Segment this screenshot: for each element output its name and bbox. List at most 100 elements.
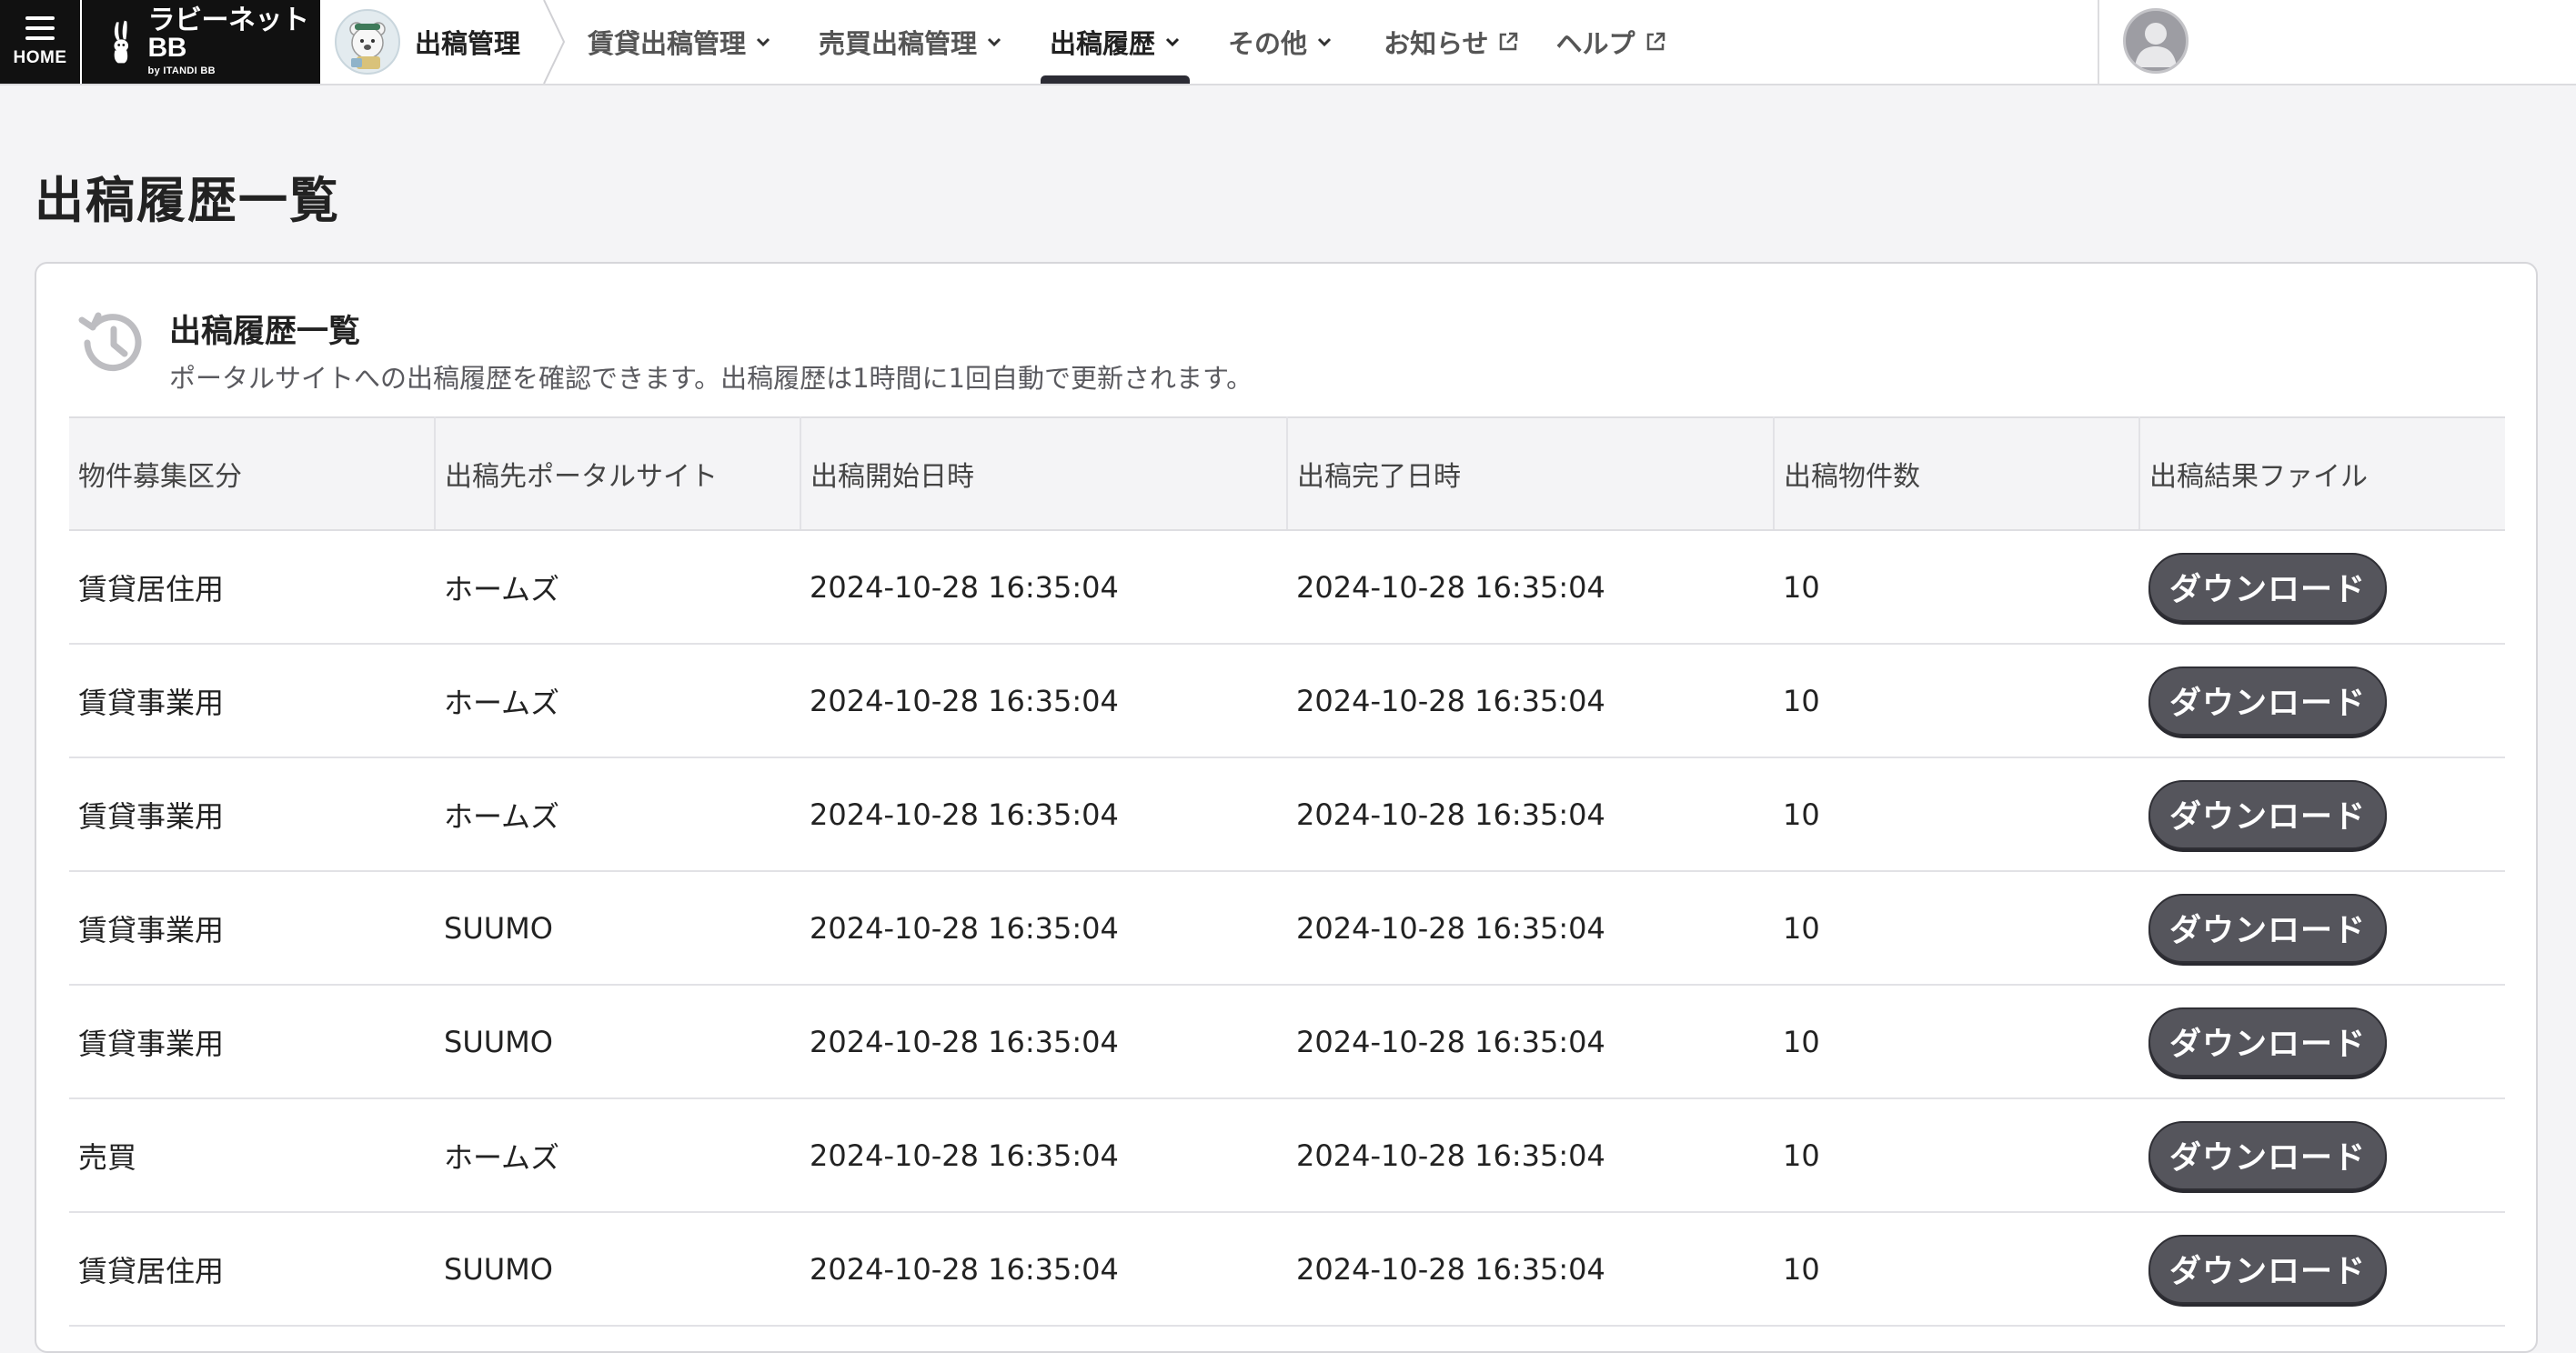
start-time-cell: 2024-10-28 16:35:04 [800, 530, 1287, 645]
nav-label: 賃貸出稿管理 [588, 28, 747, 59]
start-time-cell: 2024-10-28 16:35:04 [800, 644, 1287, 758]
count-cell: 10 [1774, 757, 2139, 872]
download-button[interactable]: ダウンロード [2148, 1120, 2387, 1190]
category-cell: 賃貸居住用 [69, 1212, 435, 1327]
home-menu-button[interactable]: HOME [0, 0, 82, 84]
start-time-cell: 2024-10-28 16:35:04 [800, 1212, 1287, 1327]
portal-cell: ホームズ [435, 530, 800, 645]
file-cell: ダウンロード [2139, 530, 2505, 645]
portal-cell: ホームズ [435, 1098, 800, 1213]
home-label: HOME [13, 47, 67, 67]
category-cell: 賃貸事業用 [69, 985, 435, 1099]
file-cell: ダウンロード [2139, 1212, 2505, 1327]
file-cell: ダウンロード [2139, 1098, 2505, 1213]
nav-news[interactable]: お知らせ [1356, 0, 1537, 84]
app-switcher[interactable]: 出稿管理 [320, 0, 566, 84]
table-row: 賃貸居住用 ホームズ 2024-10-28 16:35:04 2024-10-2… [69, 530, 2505, 645]
external-link-icon [1646, 32, 1665, 51]
category-cell: 賃貸事業用 [69, 871, 435, 986]
end-time-cell: 2024-10-28 16:35:04 [1287, 644, 1774, 758]
count-cell: 10 [1774, 871, 2139, 986]
nav-help[interactable]: ヘルプ [1537, 0, 1689, 84]
download-button[interactable]: ダウンロード [2148, 893, 2387, 963]
table-header-row: 物件募集区分 出稿先ポータルサイト 出稿開始日時 出稿完了日時 出稿物件数 出稿… [69, 416, 2505, 531]
end-time-cell: 2024-10-28 16:35:04 [1287, 530, 1774, 645]
table-row: 賃貸事業用 ホームズ 2024-10-28 16:35:04 2024-10-2… [69, 757, 2505, 872]
nav-label: 売買出稿管理 [819, 28, 978, 59]
category-cell: 賃貸事業用 [69, 644, 435, 758]
file-cell: ダウンロード [2139, 871, 2505, 986]
download-button[interactable]: ダウンロード [2148, 666, 2387, 736]
app-title: 出稿管理 [415, 28, 521, 59]
portal-cell: ホームズ [435, 644, 800, 758]
category-cell: 賃貸居住用 [69, 530, 435, 645]
nav-sales-posting[interactable]: 売買出稿管理 [795, 0, 1026, 84]
table-row: 賃貸事業用 SUUMO 2024-10-28 16:35:04 2024-10-… [69, 871, 2505, 986]
card-description: ポータルサイトへの出稿履歴を確認できます。出稿履歴は1時間に1回自動で更新されま… [169, 363, 1253, 394]
nav-label: お知らせ [1384, 28, 1489, 59]
user-area [2098, 0, 2576, 84]
count-cell: 10 [1774, 985, 2139, 1099]
category-cell: 売買 [69, 1098, 435, 1213]
table-row: 賃貸事業用 SUUMO 2024-10-28 16:35:04 2024-10-… [69, 985, 2505, 1099]
count-cell: 10 [1774, 530, 2139, 645]
portal-cell: SUUMO [435, 1212, 800, 1327]
logo-main-text: ラビーネットBB [147, 5, 310, 63]
column-header: 出稿完了日時 [1287, 416, 1775, 531]
history-card: 出稿履歴一覧 ポータルサイトへの出稿履歴を確認できます。出稿履歴は1時間に1回自… [35, 262, 2538, 1353]
portal-cell: SUUMO [435, 985, 800, 1099]
user-avatar[interactable] [2123, 8, 2189, 74]
external-link-icon [1500, 32, 1518, 51]
download-button[interactable]: ダウンロード [2148, 552, 2387, 622]
chevron-down-icon [987, 37, 1001, 47]
end-time-cell: 2024-10-28 16:35:04 [1287, 871, 1774, 986]
nav-label: 出稿履歴 [1050, 28, 1156, 59]
app-logo[interactable]: ラビーネットBB by ITANDI BB [82, 0, 320, 84]
start-time-cell: 2024-10-28 16:35:04 [800, 757, 1287, 872]
end-time-cell: 2024-10-28 16:35:04 [1287, 985, 1774, 1099]
file-cell: ダウンロード [2139, 757, 2505, 872]
nav-label: その他 [1228, 28, 1308, 59]
download-button[interactable]: ダウンロード [2148, 779, 2387, 849]
column-header: 出稿先ポータルサイト [435, 416, 801, 531]
page-title: 出稿履歴一覧 [35, 172, 340, 229]
category-cell: 賃貸事業用 [69, 757, 435, 872]
card-title: 出稿履歴一覧 [169, 314, 361, 350]
start-time-cell: 2024-10-28 16:35:04 [800, 871, 1287, 986]
end-time-cell: 2024-10-28 16:35:04 [1287, 1098, 1774, 1213]
portal-cell: ホームズ [435, 757, 800, 872]
user-silhouette-icon [2135, 23, 2177, 67]
table-row: 売買 ホームズ 2024-10-28 16:35:04 2024-10-28 1… [69, 1098, 2505, 1213]
column-header: 出稿物件数 [1774, 416, 2140, 531]
end-time-cell: 2024-10-28 16:35:04 [1287, 1212, 1774, 1327]
card-header: 出稿履歴一覧 ポータルサイトへの出稿履歴を確認できます。出稿履歴は1時間に1回自… [73, 304, 1253, 396]
top-header: HOME ラビーネットBB by ITANDI BB 出稿管理 賃貸出稿管理 売… [0, 0, 2576, 85]
nav-label: ヘルプ [1555, 28, 1635, 59]
count-cell: 10 [1774, 1098, 2139, 1213]
table-row: 賃貸事業用 ホームズ 2024-10-28 16:35:04 2024-10-2… [69, 644, 2505, 758]
column-header: 出稿結果ファイル [2139, 416, 2505, 531]
nav-posting-history[interactable]: 出稿履歴 [1026, 0, 1204, 84]
logo-sub-text: by ITANDI BB [147, 65, 216, 76]
download-button[interactable]: ダウンロード [2148, 1007, 2387, 1077]
chevron-down-icon [756, 37, 770, 47]
nav-other[interactable]: その他 [1204, 0, 1356, 84]
end-time-cell: 2024-10-28 16:35:04 [1287, 757, 1774, 872]
main-nav: 賃貸出稿管理 売買出稿管理 出稿履歴 その他 お知らせ ヘルプ [564, 0, 1690, 84]
column-header: 出稿開始日時 [800, 416, 1288, 531]
count-cell: 10 [1774, 1212, 2139, 1327]
column-header: 物件募集区分 [69, 416, 436, 531]
download-button[interactable]: ダウンロード [2148, 1234, 2387, 1304]
bear-mascot-icon [335, 9, 400, 75]
nav-rental-posting[interactable]: 賃貸出稿管理 [564, 0, 795, 84]
start-time-cell: 2024-10-28 16:35:04 [800, 1098, 1287, 1213]
portal-cell: SUUMO [435, 871, 800, 986]
count-cell: 10 [1774, 644, 2139, 758]
chevron-down-icon [1165, 37, 1180, 47]
chevron-down-icon [1318, 37, 1332, 47]
history-icon [78, 312, 142, 372]
table-row: 賃貸居住用 SUUMO 2024-10-28 16:35:04 2024-10-… [69, 1212, 2505, 1327]
rabbit-logo-icon [114, 20, 129, 64]
file-cell: ダウンロード [2139, 985, 2505, 1099]
history-table: 物件募集区分 出稿先ポータルサイト 出稿開始日時 出稿完了日時 出稿物件数 出稿… [69, 416, 2505, 1327]
